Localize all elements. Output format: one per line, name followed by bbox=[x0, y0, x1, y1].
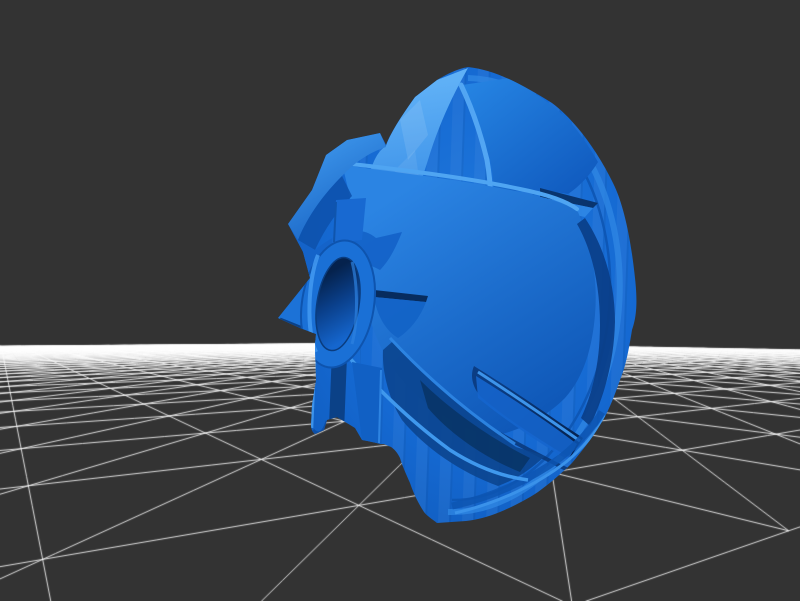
3d-viewport[interactable] bbox=[0, 0, 800, 601]
spoke-up bbox=[332, 198, 366, 243]
impeller-model[interactable] bbox=[0, 0, 800, 601]
